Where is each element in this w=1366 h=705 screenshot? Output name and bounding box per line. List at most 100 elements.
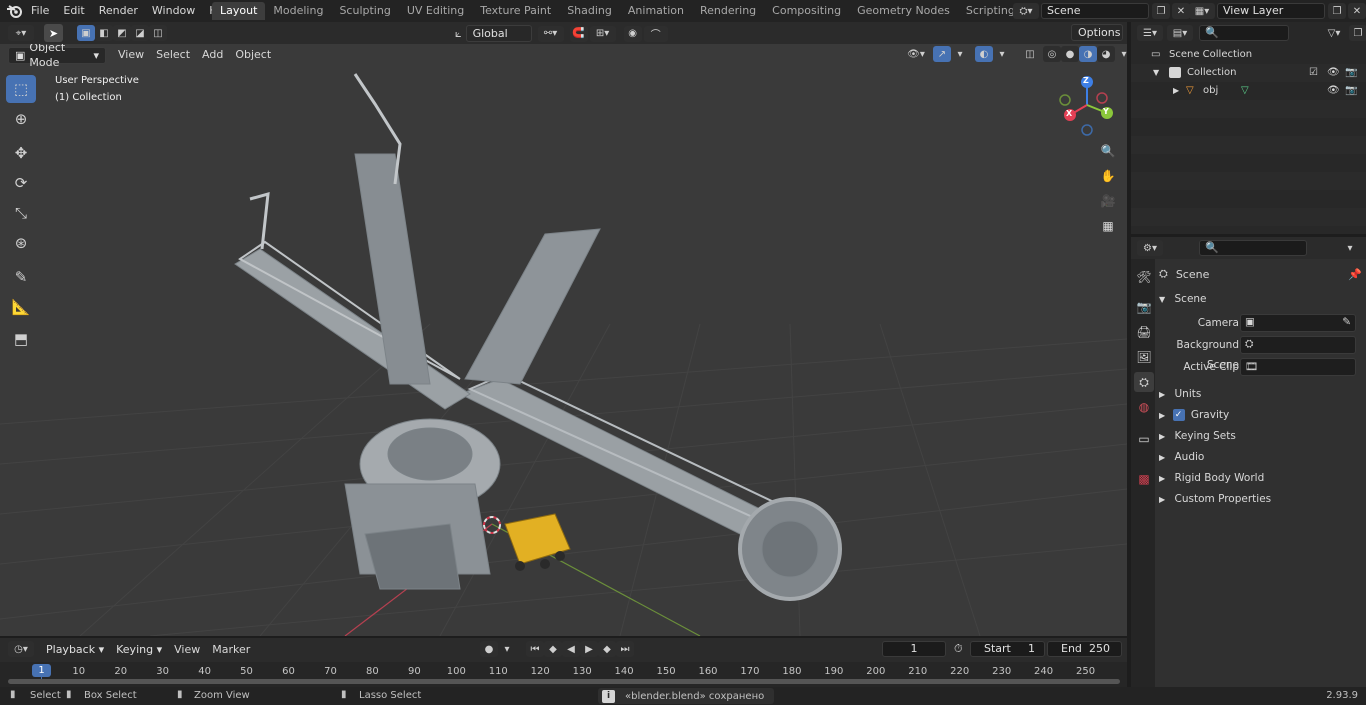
tab-rendering[interactable]: Rendering xyxy=(692,2,764,20)
new-collection-icon[interactable]: ❐ xyxy=(1349,25,1366,41)
rendered-shading-icon[interactable]: ◕ xyxy=(1097,46,1115,62)
transform-tool-icon[interactable]: ⊛ xyxy=(6,229,36,257)
add-cube-tool-icon[interactable]: ⬒ xyxy=(6,325,36,353)
select-tool-icon[interactable]: ➤ xyxy=(44,24,63,42)
mode-dropdown[interactable]: ▣ Object Mode ▾ xyxy=(8,44,106,69)
play-icon[interactable]: ▶ xyxy=(580,641,598,657)
next-keyframe-icon[interactable]: ◆ xyxy=(598,641,616,657)
record-icon[interactable]: ● xyxy=(480,641,498,657)
camera-field[interactable]: ▣ ✎ xyxy=(1240,314,1356,332)
outliner-row-scene-collection[interactable]: ▭ Scene Collection xyxy=(1131,46,1366,64)
cursor-tool-icon[interactable]: ⊕ xyxy=(6,105,36,133)
display-mode-icon[interactable]: ▤▾ xyxy=(1167,25,1193,41)
filter-icon[interactable]: ▽▾ xyxy=(1321,25,1347,41)
timeline-scrollbar[interactable] xyxy=(8,679,1120,684)
collection-visibility-icon[interactable]: 👁 xyxy=(1327,64,1340,82)
snap-icon[interactable]: 🧲 xyxy=(569,25,588,42)
snap-target-icon[interactable]: ⊞▾ xyxy=(589,25,616,42)
pin-icon[interactable]: 📌 xyxy=(1348,268,1362,281)
delete-scene-icon[interactable]: ✕ xyxy=(1172,3,1190,19)
eyedropper-icon[interactable]: ✎ xyxy=(1342,316,1351,328)
menu-object[interactable]: Object xyxy=(229,46,277,64)
scene-panel-header[interactable]: ▼ Scene xyxy=(1155,289,1362,309)
rotate-tool-icon[interactable]: ⟳ xyxy=(6,169,36,197)
tab-texture-paint[interactable]: Texture Paint xyxy=(472,2,559,20)
tab-compositing[interactable]: Compositing xyxy=(764,2,849,20)
gravity-checkbox[interactable]: ✓ xyxy=(1172,409,1185,421)
tab-geometry-nodes[interactable]: Geometry Nodes xyxy=(849,2,958,20)
active-clip-field[interactable]: 🎞 xyxy=(1240,358,1356,376)
menu-window[interactable]: Window xyxy=(145,0,202,22)
world-tab-icon[interactable]: ◍ xyxy=(1134,397,1154,417)
camera-view-icon[interactable]: 🎥 xyxy=(1097,190,1119,212)
proportional-edit-icon[interactable]: ◉ xyxy=(623,25,642,42)
collection-checkbox-icon[interactable]: ☑ xyxy=(1309,64,1318,82)
mesh-data-icon[interactable]: ▽ xyxy=(1241,82,1249,100)
stopwatch-icon[interactable]: ⏱ xyxy=(954,642,963,656)
tab-shading[interactable]: Shading xyxy=(559,2,620,20)
zoom-icon[interactable]: 🔍 xyxy=(1097,140,1119,162)
scene-name-field[interactable]: Scene xyxy=(1041,3,1149,19)
gizmo-dropdown-icon[interactable]: ▾ xyxy=(951,46,969,62)
pivot-icon[interactable]: ⚯▾ xyxy=(537,25,564,42)
3d-viewport[interactable]: ▣ Object Mode ▾ View Select Add Object 👁… xyxy=(0,44,1127,636)
playback-menu[interactable]: Playback ▾ xyxy=(40,642,110,659)
overlay-toggle-icon[interactable]: ◐ xyxy=(975,46,993,62)
gravity-panel-header[interactable]: ▶ ✓ Gravity xyxy=(1155,405,1362,425)
jump-start-icon[interactable]: ⏮ xyxy=(526,641,544,657)
shading-dropdown-icon[interactable]: ▾ xyxy=(1115,46,1127,62)
new-scene-icon[interactable]: ❐ xyxy=(1152,3,1170,19)
tab-sculpting[interactable]: Sculpting xyxy=(331,2,398,20)
wireframe-shading-icon[interactable]: ◎ xyxy=(1043,46,1061,62)
blender-logo-icon[interactable] xyxy=(6,3,24,19)
timeline-editor-icon[interactable]: ◷▾ xyxy=(8,641,34,657)
material-shading-icon[interactable]: ◑ xyxy=(1079,46,1097,62)
current-frame-field[interactable]: 1 xyxy=(882,641,946,657)
record-dropdown-icon[interactable]: ▾ xyxy=(498,641,516,657)
select-extend-icon[interactable]: ◧ xyxy=(95,25,113,41)
scene-icon[interactable]: ⛭▾ xyxy=(1013,3,1039,19)
outliner-row-obj[interactable]: ▶ ▽ obj ▽ 👁 📷 xyxy=(1131,82,1366,100)
select-intersect-icon[interactable]: ◫ xyxy=(149,25,167,41)
perspective-grid-icon[interactable]: ▦ xyxy=(1097,215,1119,237)
solid-shading-icon[interactable]: ● xyxy=(1061,46,1079,62)
jump-end-icon[interactable]: ⏭ xyxy=(616,641,634,657)
menu-file[interactable]: File xyxy=(24,0,56,22)
visibility-icon[interactable]: 👁▾ xyxy=(903,46,929,62)
rigid-body-world-panel-header[interactable]: ▶ Rigid Body World xyxy=(1155,468,1362,488)
menu-select[interactable]: Select xyxy=(150,46,196,64)
timeline-menu-view[interactable]: View xyxy=(168,641,206,659)
scale-tool-icon[interactable]: ⤡ xyxy=(6,199,36,227)
expand-collection-icon[interactable]: ▼ xyxy=(1153,64,1159,82)
output-tab-icon[interactable]: 🖨 xyxy=(1134,322,1154,342)
scene-tab-icon[interactable]: ⛭ xyxy=(1134,372,1154,392)
measure-tool-icon[interactable]: 📐 xyxy=(6,293,36,321)
keying-menu[interactable]: Keying ▾ xyxy=(110,642,168,659)
start-frame-field[interactable]: Start 1 xyxy=(970,641,1045,657)
view-layer-icon[interactable]: ▦▾ xyxy=(1189,3,1215,19)
background-scene-field[interactable]: ⛭ xyxy=(1240,336,1356,354)
select-subtract-icon[interactable]: ◩ xyxy=(113,25,131,41)
keying-sets-panel-header[interactable]: ▶ Keying Sets xyxy=(1155,426,1362,446)
outliner-row-collection[interactable]: ▼ Collection ☑ 👁 📷 xyxy=(1131,64,1366,82)
properties-editor-icon[interactable]: ⚙▾ xyxy=(1137,240,1163,256)
menu-view[interactable]: View xyxy=(112,46,150,64)
texture-tab-icon[interactable]: ▩ xyxy=(1134,469,1154,489)
falloff-icon[interactable]: ⌒ xyxy=(643,25,668,42)
pan-hand-icon[interactable]: ✋ xyxy=(1097,165,1119,187)
select-invert-icon[interactable]: ◪ xyxy=(131,25,149,41)
view-layer-tab-icon[interactable]: 🖼 xyxy=(1134,347,1154,367)
collection-tab-icon[interactable]: ▭ xyxy=(1134,429,1154,449)
gizmo-toggle-icon[interactable]: ↗ xyxy=(933,46,951,62)
outliner-editor-icon[interactable]: ☰▾ xyxy=(1137,25,1163,41)
select-box-tool-icon[interactable]: ⬚ xyxy=(6,75,36,103)
collection-render-icon[interactable]: 📷 xyxy=(1345,64,1357,82)
render-tab-icon[interactable]: 📷 xyxy=(1134,297,1154,317)
view-layer-name-field[interactable]: View Layer xyxy=(1217,3,1325,19)
xray-icon[interactable]: ◫ xyxy=(1021,46,1039,62)
object-visibility-icon[interactable]: 👁 xyxy=(1327,82,1340,100)
menu-add[interactable]: Add xyxy=(196,46,229,64)
tab-animation[interactable]: Animation xyxy=(620,2,692,20)
dump-truck-model[interactable] xyxy=(504,513,571,571)
properties-options-icon[interactable]: ▾ xyxy=(1341,240,1359,256)
